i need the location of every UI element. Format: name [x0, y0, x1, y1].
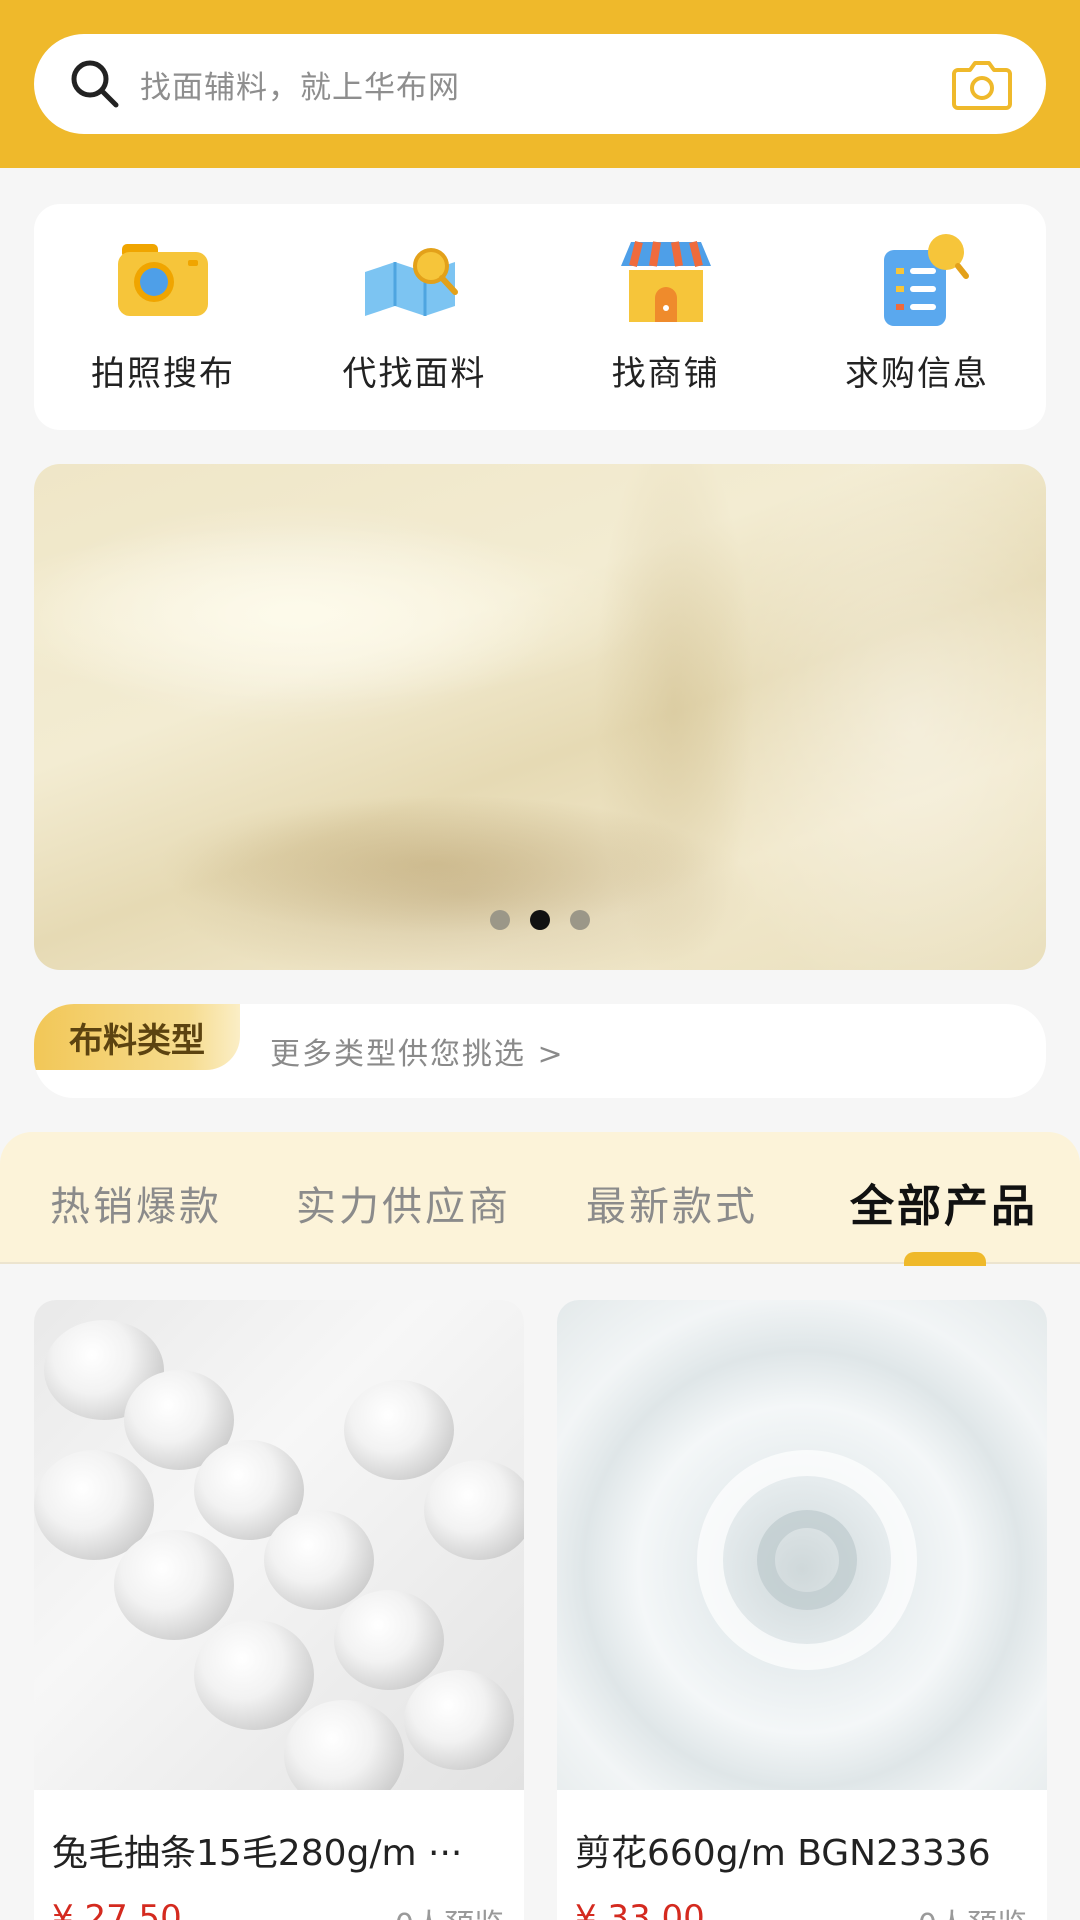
product-title[interactable]: 兔毛抽条15毛280g/m ··· — [52, 1824, 512, 1876]
search-icon[interactable] — [68, 57, 122, 111]
quick-item-find-fabric[interactable]: 代找面料 — [309, 204, 519, 430]
purchase-list-icon — [883, 234, 969, 326]
banner-carousel[interactable] — [34, 464, 1046, 970]
product-tabs: 热销爆款 实力供应商 最新款式 全部产品 — [0, 1132, 1080, 1264]
tab-hot-sale[interactable]: 热销爆款 — [50, 1174, 222, 1232]
map-search-icon — [365, 248, 459, 316]
product-views: 0人预览 — [395, 1900, 504, 1920]
quick-item-find-shop[interactable]: 找商铺 — [561, 204, 771, 430]
camera-search-icon — [118, 244, 208, 316]
camera-icon[interactable] — [952, 56, 1012, 112]
product-image[interactable] — [34, 1300, 524, 1790]
quick-item-label: 求购信息 — [844, 354, 989, 394]
quick-item-label: 代找面料 — [342, 354, 487, 394]
product-views: 0人预览 — [918, 1900, 1027, 1920]
tab-all-products[interactable]: 全部产品 — [850, 1170, 1038, 1234]
banner-fabric-highlight — [34, 524, 654, 704]
tab-newest[interactable]: 最新款式 — [586, 1174, 758, 1232]
quick-item-photo-search[interactable]: 拍照搜布 — [58, 204, 268, 430]
product-card[interactable]: 兔毛抽条15毛280g/m ··· ¥ 27.50 0人预览 — [34, 1300, 524, 1920]
carousel-dot-active[interactable] — [530, 910, 550, 930]
carousel-dot[interactable] — [570, 910, 590, 930]
more-types-link[interactable]: 更多类型供您挑选 > — [270, 1029, 565, 1073]
product-price: ¥ 33.00 — [575, 1898, 705, 1920]
product-title[interactable]: 剪花660g/m BGN23336 — [575, 1824, 1035, 1876]
product-price: ¥ 27.50 — [52, 1898, 182, 1920]
home-page: 找面辅料，就上华布网 拍照搜布 代找面料 找商铺 求购信息 布料类型 更多类型供… — [0, 0, 1080, 1920]
product-card[interactable]: 剪花660g/m BGN23336 ¥ 33.00 0人预览 — [557, 1300, 1047, 1920]
active-tab-indicator — [904, 1252, 986, 1266]
quick-item-label: 找商铺 — [611, 354, 720, 394]
header: 找面辅料，就上华布网 — [0, 0, 1080, 168]
shop-icon — [620, 241, 711, 322]
fabric-type-tag: 布料类型 — [34, 1004, 240, 1070]
quick-item-purchase-info[interactable]: 求购信息 — [812, 204, 1022, 430]
carousel-indicator — [34, 910, 1046, 930]
tab-suppliers[interactable]: 实力供应商 — [296, 1174, 511, 1232]
search-placeholder[interactable]: 找面辅料，就上华布网 — [140, 62, 952, 107]
quick-item-label: 拍照搜布 — [91, 354, 235, 394]
product-image[interactable] — [557, 1300, 1047, 1790]
quick-actions: 拍照搜布 代找面料 找商铺 求购信息 — [34, 204, 1046, 430]
fabric-type-bar[interactable]: 布料类型 更多类型供您挑选 > — [34, 1004, 1046, 1098]
search-bar[interactable]: 找面辅料，就上华布网 — [34, 34, 1046, 134]
carousel-dot[interactable] — [490, 910, 510, 930]
